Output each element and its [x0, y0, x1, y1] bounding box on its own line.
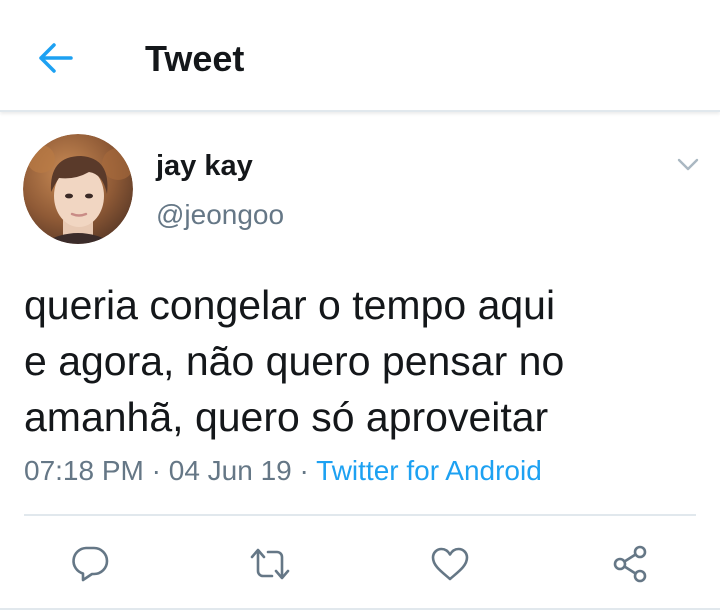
- tweet-menu-button[interactable]: [670, 150, 706, 180]
- divider: [0, 608, 720, 610]
- tweet-client-link[interactable]: Twitter for Android: [316, 455, 542, 486]
- tweet-text-line: e agora, não quero pensar no: [24, 338, 565, 384]
- divider: [24, 514, 696, 516]
- avatar[interactable]: [23, 134, 133, 244]
- author-display-name[interactable]: jay kay: [156, 148, 253, 184]
- meta-separator: ·: [143, 455, 169, 486]
- tweet-time[interactable]: 07:18 PM: [24, 455, 144, 486]
- top-app-bar: Tweet: [0, 0, 720, 112]
- heart-icon: [431, 547, 469, 581]
- tweet-text-line: amanhã, quero só aproveitar: [24, 394, 549, 440]
- chevron-down-icon: [677, 158, 699, 171]
- reply-button[interactable]: [62, 536, 118, 592]
- reply-icon: [72, 546, 109, 582]
- author-handle[interactable]: @jeongoo: [156, 197, 284, 233]
- tweet-date[interactable]: 04 Jun 19: [169, 455, 292, 486]
- retweet-button[interactable]: [242, 536, 298, 592]
- share-icon: [613, 545, 647, 583]
- tweet-metadata: 07:18 PM · 04 Jun 19 · Twitter for Andro…: [24, 453, 542, 489]
- back-button[interactable]: [30, 32, 82, 84]
- tweet-text: queria congelar o tempo aqui e agora, nã…: [24, 277, 704, 445]
- tweet-text-line: queria congelar o tempo aqui: [24, 282, 556, 328]
- tweet-action-bar: [0, 536, 720, 592]
- page-title: Tweet: [145, 38, 245, 79]
- arrow-left-icon: [39, 43, 73, 73]
- meta-separator: ·: [291, 455, 317, 486]
- retweet-icon: [250, 548, 290, 580]
- share-button[interactable]: [602, 536, 658, 592]
- like-button[interactable]: [422, 536, 478, 592]
- avatar-image: [23, 134, 133, 244]
- tweet-detail-screen: Tweet jay kay @jeongoo queria congelar o…: [0, 0, 720, 615]
